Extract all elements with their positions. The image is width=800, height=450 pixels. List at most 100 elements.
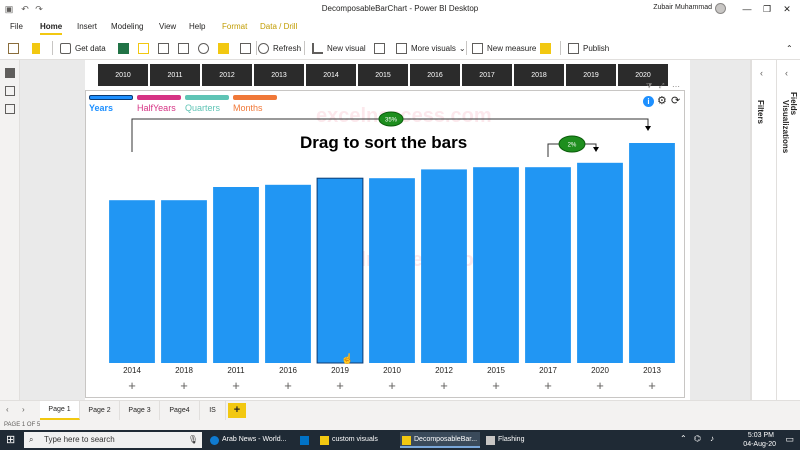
tab-page-1[interactable]: Page 1 — [40, 401, 80, 420]
quick-measure-button[interactable] — [540, 42, 555, 54]
clock-date[interactable]: 04-Aug-20 — [743, 441, 776, 448]
filters-pane[interactable]: ‹ Filters — [751, 60, 776, 400]
enter-data-button[interactable] — [178, 42, 193, 54]
refresh-button[interactable]: Refresh — [258, 42, 301, 54]
decomposable-bar-chart[interactable]: Years HalfYears Quarters Months excelnac… — [85, 82, 685, 398]
taskbar-app-flashing[interactable]: Flashing — [484, 432, 564, 448]
recent-sources-button[interactable] — [198, 42, 213, 54]
expand-button-2018[interactable]: + — [180, 378, 188, 393]
chevron-left-icon[interactable]: ‹ — [760, 68, 763, 78]
bar-2018[interactable] — [161, 200, 207, 363]
expand-button-2012[interactable]: + — [440, 378, 448, 393]
slicer-tile-2014[interactable]: 2014 — [306, 64, 356, 86]
slicer-tile-2010[interactable]: 2010 — [98, 64, 148, 86]
avatar[interactable] — [715, 3, 726, 14]
bar-2015[interactable] — [473, 167, 519, 363]
focus-mode-icon[interactable]: ⤢ — [659, 83, 665, 91]
text-box-button[interactable] — [374, 42, 389, 54]
format-painter-button[interactable] — [32, 42, 44, 54]
tab-page-2[interactable]: Page 2 — [80, 401, 120, 420]
menu-view[interactable]: View — [159, 22, 176, 31]
bar-2010[interactable] — [369, 178, 415, 363]
expand-button-2016[interactable]: + — [284, 378, 292, 393]
more-options-icon[interactable]: ⋯ — [672, 82, 680, 91]
bar-2013[interactable] — [629, 143, 675, 363]
maximize-icon[interactable]: ❐ — [760, 2, 774, 16]
clock-time[interactable]: 5:03 PM — [748, 432, 774, 439]
slicer-tile-2012[interactable]: 2012 — [202, 64, 252, 86]
chevron-left-icon[interactable]: ‹ — [785, 68, 788, 78]
chevron-left-icon[interactable]: ‹ — [6, 405, 9, 414]
sql-button[interactable] — [158, 42, 173, 54]
publish-button[interactable]: Publish — [568, 42, 609, 54]
get-data-button[interactable]: Get data — [60, 42, 106, 54]
expand-button-2013[interactable]: + — [648, 378, 656, 393]
slicer-tile-2011[interactable]: 2011 — [150, 64, 200, 86]
menu-modeling[interactable]: Modeling — [111, 22, 143, 31]
menu-home[interactable]: Home — [40, 22, 63, 35]
more-visuals-button[interactable]: More visuals ⌄ — [396, 42, 466, 54]
taskbar-app-outlook[interactable] — [298, 432, 316, 448]
tab-page4[interactable]: Page4 — [160, 401, 200, 420]
expand-button-2014[interactable]: + — [128, 378, 136, 393]
ribbon-separator — [52, 41, 53, 55]
new-visual-button[interactable]: New visual — [312, 42, 366, 54]
microphone-icon[interactable]: 🎙 — [188, 432, 198, 448]
model-view-icon[interactable] — [5, 104, 15, 114]
more-data-button[interactable] — [240, 42, 255, 54]
report-view-icon[interactable] — [5, 68, 15, 78]
menu-data-drill[interactable]: Data / Drill — [260, 22, 297, 31]
bar-2020[interactable] — [577, 162, 623, 363]
dataset-button[interactable] — [138, 42, 153, 54]
network-icon[interactable]: ⌬ — [694, 434, 701, 443]
slicer-tile-2016[interactable]: 2016 — [410, 64, 460, 86]
tab-page-3[interactable]: Page 3 — [120, 401, 160, 420]
expand-button-2010[interactable]: + — [388, 378, 396, 393]
bar-2012[interactable] — [421, 169, 467, 363]
fields-pane-label[interactable]: Fields — [789, 92, 798, 115]
slicer-tile-2017[interactable]: 2017 — [462, 64, 512, 86]
filter-icon[interactable]: ⧩ — [646, 83, 652, 91]
slicer-tile-2018[interactable]: 2018 — [514, 64, 564, 86]
search-icon: ⌕ — [29, 435, 34, 444]
user-name: Zubair Muhammad — [653, 4, 712, 11]
slicer-tile-2015[interactable]: 2015 — [358, 64, 408, 86]
bar-2019[interactable] — [316, 177, 364, 364]
collapse-ribbon-button[interactable]: ⌃ — [786, 42, 793, 54]
paste-button[interactable] — [8, 42, 23, 54]
recent-icon — [198, 42, 209, 54]
expand-button-2019[interactable]: + — [336, 378, 344, 393]
menu-help[interactable]: Help — [189, 22, 205, 31]
menu-insert[interactable]: Insert — [77, 22, 97, 31]
bar-2016[interactable] — [265, 184, 311, 363]
bar-2014[interactable] — [109, 200, 155, 363]
x-tick-label: 2016 — [279, 366, 297, 375]
windows-start-icon[interactable]: ⊞ — [6, 433, 15, 446]
close-icon[interactable]: ✕ — [780, 2, 794, 16]
tab-is[interactable]: IS — [200, 401, 226, 420]
expand-button-2011[interactable]: + — [232, 378, 240, 393]
expand-button-2015[interactable]: + — [492, 378, 500, 393]
new-measure-button[interactable]: New measure — [472, 42, 536, 54]
menu-format[interactable]: Format — [222, 22, 247, 31]
bar-2017[interactable] — [525, 167, 571, 363]
notifications-icon[interactable]: ▭ — [785, 434, 794, 445]
bar-2011[interactable] — [213, 187, 259, 363]
add-page-button[interactable]: + — [228, 403, 246, 418]
slicer-tile-2013[interactable]: 2013 — [254, 64, 304, 86]
data-view-icon[interactable] — [5, 86, 15, 96]
transform-button[interactable] — [218, 42, 233, 54]
menu-file[interactable]: File — [10, 22, 23, 31]
volume-icon[interactable]: ♪ — [710, 434, 714, 443]
taskbar-app-powerbi[interactable]: DecomposableBar... — [400, 432, 480, 448]
taskbar-app-arab-news[interactable]: Arab News - World... — [208, 432, 298, 448]
chevron-right-icon[interactable]: › — [22, 405, 25, 414]
expand-button-2020[interactable]: + — [596, 378, 604, 393]
slicer-tile-2019[interactable]: 2019 — [566, 64, 616, 86]
minimize-icon[interactable]: — — [740, 2, 754, 16]
tray-chevron-icon[interactable]: ⌃ — [680, 434, 687, 443]
taskbar-app-custom-visuals[interactable]: custom visuals — [318, 432, 398, 448]
excel-button[interactable] — [118, 42, 133, 54]
expand-button-2017[interactable]: + — [544, 378, 552, 393]
taskbar-search[interactable]: ⌕ Type here to search 🎙 — [24, 432, 202, 448]
